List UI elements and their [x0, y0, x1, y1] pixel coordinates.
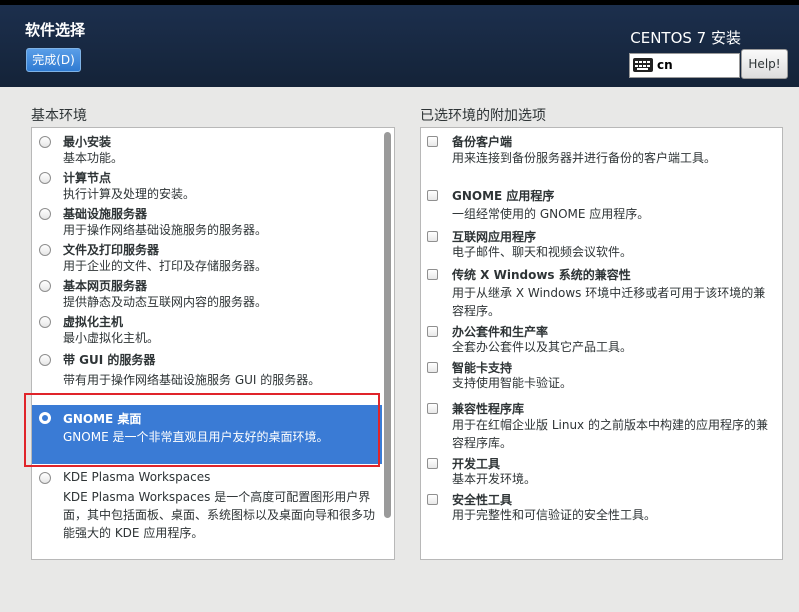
radio-button[interactable] — [39, 136, 51, 148]
checkbox[interactable] — [427, 362, 438, 373]
done-button[interactable]: 完成(D) — [26, 48, 81, 72]
keyboard-layout-label: cn — [657, 58, 673, 72]
checkbox[interactable] — [427, 231, 438, 242]
header-bar: 软件选择 完成(D) CENTOS 7 安装 cn Help! — [0, 5, 799, 87]
checkbox[interactable] — [427, 190, 438, 201]
radio-button[interactable] — [39, 172, 51, 184]
keyboard-icon — [633, 58, 653, 72]
base-env-list: 最小安装 基本功能。 计算节点 执行计算及处理的安装。 基础设施服务器 用于操作… — [31, 127, 395, 560]
addons-heading: 已选环境的附加选项 — [420, 108, 546, 124]
checkbox[interactable] — [427, 458, 438, 469]
highlight-box — [24, 393, 380, 467]
radio-button[interactable] — [39, 316, 51, 328]
install-title: CENTOS 7 安装 — [630, 29, 741, 47]
checkbox[interactable] — [427, 403, 438, 414]
scrollbar[interactable] — [384, 132, 391, 518]
addons-list: 备份客户端 用来连接到备份服务器并进行备份的客户端工具。 GNOME 应用程序 … — [420, 127, 783, 560]
base-env-heading: 基本环境 — [31, 108, 87, 124]
radio-button[interactable] — [39, 354, 51, 366]
radio-button[interactable] — [39, 472, 51, 484]
page-title: 软件选择 — [25, 21, 86, 39]
checkbox[interactable] — [427, 269, 438, 280]
radio-button[interactable] — [39, 208, 51, 220]
radio-button[interactable] — [39, 244, 51, 256]
checkbox[interactable] — [427, 494, 438, 505]
checkbox[interactable] — [427, 326, 438, 337]
help-button[interactable]: Help! — [741, 49, 788, 79]
radio-button[interactable] — [39, 280, 51, 292]
keyboard-layout-indicator[interactable]: cn — [629, 53, 740, 78]
checkbox[interactable] — [427, 136, 438, 147]
